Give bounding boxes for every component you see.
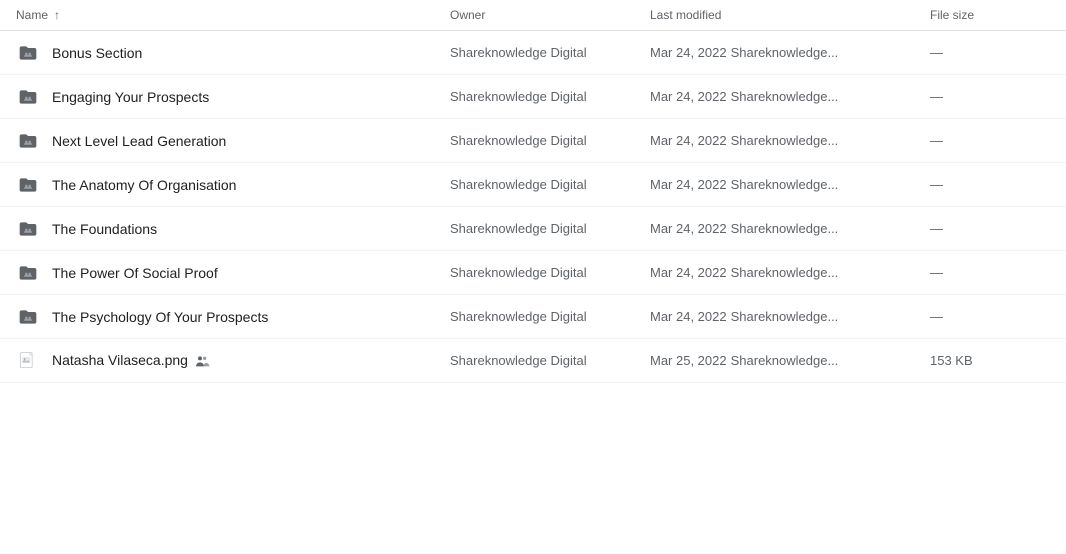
size-cell: —	[930, 133, 1050, 148]
modified-cell: Mar 24, 2022 Shareknowledge...	[650, 265, 930, 280]
table-row[interactable]: The Anatomy Of Organisation Shareknowled…	[0, 163, 1066, 207]
modified-cell: Mar 24, 2022 Shareknowledge...	[650, 221, 930, 236]
table-row[interactable]: Next Level Lead Generation Shareknowledg…	[0, 119, 1066, 163]
modified-by: Shareknowledge...	[731, 309, 839, 324]
table-row[interactable]: The Psychology Of Your Prospects Sharekn…	[0, 295, 1066, 339]
rows-container: Bonus Section Shareknowledge Digital Mar…	[0, 31, 1066, 383]
name-cell: Engaging Your Prospects	[16, 85, 450, 109]
owner-cell: Shareknowledge Digital	[450, 221, 650, 236]
sort-arrow: ↑	[54, 8, 60, 22]
folder-icon	[16, 129, 40, 153]
image-icon	[16, 349, 40, 373]
name-cell: The Foundations	[16, 217, 450, 241]
name-column-header[interactable]: Name ↑	[16, 8, 450, 22]
item-name: The Power Of Social Proof	[52, 265, 218, 281]
modified-cell: Mar 24, 2022 Shareknowledge...	[650, 45, 930, 60]
name-cell: Bonus Section	[16, 41, 450, 65]
modified-by: Shareknowledge...	[731, 89, 839, 104]
modified-date: Mar 24, 2022	[650, 309, 727, 324]
modified-date: Mar 25, 2022	[650, 353, 727, 368]
owner-cell: Shareknowledge Digital	[450, 133, 650, 148]
folder-icon	[16, 41, 40, 65]
table-row[interactable]: The Power Of Social Proof Shareknowledge…	[0, 251, 1066, 295]
owner-cell: Shareknowledge Digital	[450, 309, 650, 324]
modified-by: Shareknowledge...	[731, 133, 839, 148]
modified-column-header: Last modified	[650, 8, 930, 22]
item-name: Engaging Your Prospects	[52, 89, 209, 105]
modified-date: Mar 24, 2022	[650, 45, 727, 60]
owner-cell: Shareknowledge Digital	[450, 177, 650, 192]
folder-icon	[16, 261, 40, 285]
owner-column-header: Owner	[450, 8, 650, 22]
size-cell: —	[930, 265, 1050, 280]
folder-icon	[16, 217, 40, 241]
item-name: Natasha Vilaseca.png	[52, 352, 210, 369]
modified-date: Mar 24, 2022	[650, 221, 727, 236]
item-name: The Foundations	[52, 221, 157, 237]
name-cell: Next Level Lead Generation	[16, 129, 450, 153]
file-list: Name ↑ Owner Last modified File size Bon…	[0, 0, 1066, 554]
name-cell: Natasha Vilaseca.png	[16, 349, 450, 373]
modified-by: Shareknowledge...	[731, 265, 839, 280]
modified-cell: Mar 24, 2022 Shareknowledge...	[650, 177, 930, 192]
table-row[interactable]: Engaging Your Prospects Shareknowledge D…	[0, 75, 1066, 119]
modified-date: Mar 24, 2022	[650, 265, 727, 280]
modified-date: Mar 24, 2022	[650, 133, 727, 148]
name-label: Name	[16, 8, 48, 22]
item-name: Bonus Section	[52, 45, 142, 61]
modified-cell: Mar 24, 2022 Shareknowledge...	[650, 89, 930, 104]
table-row[interactable]: The Foundations Shareknowledge Digital M…	[0, 207, 1066, 251]
owner-cell: Shareknowledge Digital	[450, 45, 650, 60]
modified-by: Shareknowledge...	[731, 353, 839, 368]
size-cell: —	[930, 309, 1050, 324]
folder-icon	[16, 85, 40, 109]
shared-icon	[194, 353, 210, 369]
folder-icon	[16, 305, 40, 329]
modified-by: Shareknowledge...	[731, 177, 839, 192]
modified-by: Shareknowledge...	[731, 45, 839, 60]
name-cell: The Power Of Social Proof	[16, 261, 450, 285]
folder-icon	[16, 173, 40, 197]
size-cell: 153 KB	[930, 353, 1050, 368]
size-cell: —	[930, 89, 1050, 104]
size-cell: —	[930, 177, 1050, 192]
item-name: The Psychology Of Your Prospects	[52, 309, 268, 325]
modified-cell: Mar 25, 2022 Shareknowledge...	[650, 353, 930, 368]
table-row[interactable]: Natasha Vilaseca.png Shareknowledge Digi…	[0, 339, 1066, 383]
name-cell: The Anatomy Of Organisation	[16, 173, 450, 197]
owner-cell: Shareknowledge Digital	[450, 265, 650, 280]
owner-cell: Shareknowledge Digital	[450, 89, 650, 104]
modified-date: Mar 24, 2022	[650, 177, 727, 192]
table-row[interactable]: Bonus Section Shareknowledge Digital Mar…	[0, 31, 1066, 75]
modified-cell: Mar 24, 2022 Shareknowledge...	[650, 133, 930, 148]
owner-cell: Shareknowledge Digital	[450, 353, 650, 368]
item-name: The Anatomy Of Organisation	[52, 177, 236, 193]
name-cell: The Psychology Of Your Prospects	[16, 305, 450, 329]
modified-date: Mar 24, 2022	[650, 89, 727, 104]
size-column-header: File size	[930, 8, 1050, 22]
modified-by: Shareknowledge...	[731, 221, 839, 236]
size-cell: —	[930, 221, 1050, 236]
item-name: Next Level Lead Generation	[52, 133, 226, 149]
modified-cell: Mar 24, 2022 Shareknowledge...	[650, 309, 930, 324]
table-header: Name ↑ Owner Last modified File size	[0, 0, 1066, 31]
size-cell: —	[930, 45, 1050, 60]
